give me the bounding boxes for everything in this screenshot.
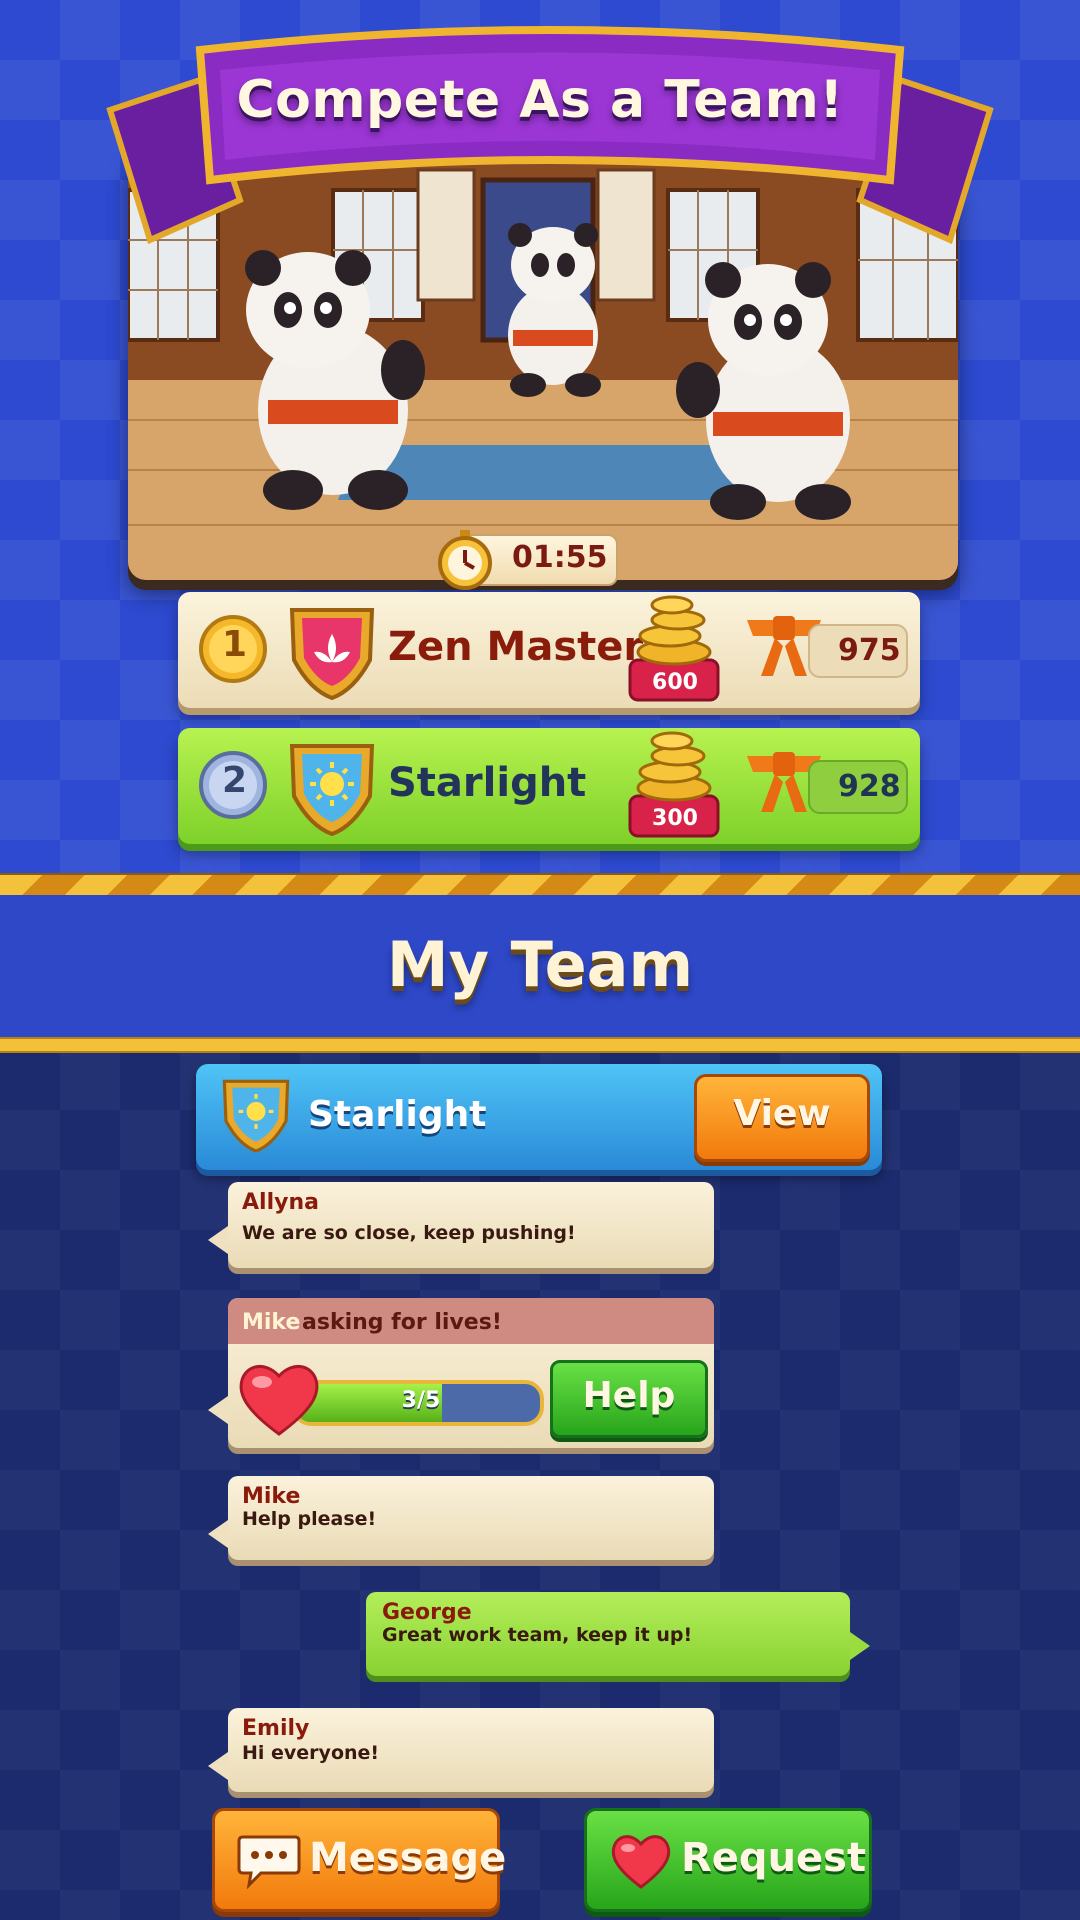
message-sender: Emily: [242, 1716, 310, 1741]
message-text: We are so close, keep pushing!: [242, 1222, 576, 1244]
leaderboard-row-1[interactable]: 1 Zen Masters 600 975: [178, 592, 920, 708]
request-button-label: Request: [681, 1835, 867, 1881]
chat-message: Allyna We are so close, keep pushing!: [208, 1182, 714, 1268]
chat-message: Mike Help please!: [208, 1476, 714, 1560]
my-team-name: Starlight: [308, 1094, 487, 1135]
bubble-tail: [850, 1632, 870, 1660]
message-text: Great work team, keep it up!: [382, 1624, 693, 1646]
rank-number: 1: [222, 624, 248, 665]
coin-reward: 600: [652, 670, 698, 695]
timer-value: 01:55: [512, 540, 608, 575]
help-button-label: Help: [582, 1375, 676, 1416]
message-sender: Mike: [242, 1484, 301, 1509]
message-text: Hi everyone!: [242, 1742, 380, 1764]
message-button[interactable]: Message: [212, 1808, 506, 1912]
event-timer: 01:55: [434, 528, 620, 590]
lives-progress-text: 3/5: [401, 1388, 441, 1413]
heart-icon: [611, 1835, 671, 1889]
team-name: Starlight: [388, 760, 587, 806]
title-ribbon: [106, 26, 994, 245]
heart-icon: [239, 1365, 319, 1436]
section-title: My Team: [386, 928, 694, 1001]
help-button[interactable]: Help: [550, 1360, 708, 1438]
team-score: 975: [838, 633, 901, 668]
bubble-tail: [208, 1396, 228, 1424]
lotus-shield-icon: [289, 608, 375, 700]
speech-bubble-icon: [237, 1835, 301, 1889]
bubble-tail: [208, 1520, 228, 1548]
message-sender: Allyna: [242, 1190, 319, 1215]
section-divider-bottom: [0, 1037, 1080, 1053]
view-button-label: View: [733, 1093, 831, 1134]
lives-progress-bar: 3/5: [292, 1380, 544, 1426]
sun-shield-icon: [289, 744, 375, 836]
chat-message: Emily Hi everyone!: [208, 1708, 714, 1792]
request-text: asking for lives!: [302, 1310, 502, 1335]
request-button[interactable]: Request: [584, 1808, 872, 1912]
coin-reward: 300: [652, 806, 698, 831]
banner-title: Compete As a Team!: [236, 70, 844, 130]
view-team-button[interactable]: View: [694, 1074, 870, 1162]
message-text: Help please!: [242, 1508, 377, 1530]
life-request-card: Mike asking for lives! 3/5 Help: [208, 1298, 714, 1448]
message-sender: George: [382, 1600, 472, 1625]
rank-number: 2: [222, 760, 248, 801]
section-divider: [0, 873, 1080, 897]
own-chat-message: George Great work team, keep it up!: [366, 1592, 870, 1676]
stopwatch-icon: [438, 530, 492, 590]
request-sender: Mike: [242, 1310, 301, 1335]
bubble-tail: [208, 1226, 228, 1254]
team-score: 928: [838, 769, 901, 804]
leaderboard-row-2[interactable]: 2 Starlight 300 928: [178, 728, 920, 844]
message-button-label: Message: [309, 1835, 507, 1881]
sun-shield-icon: [222, 1079, 290, 1153]
bubble-tail: [208, 1752, 228, 1780]
my-team-bar: Starlight View: [196, 1064, 882, 1170]
